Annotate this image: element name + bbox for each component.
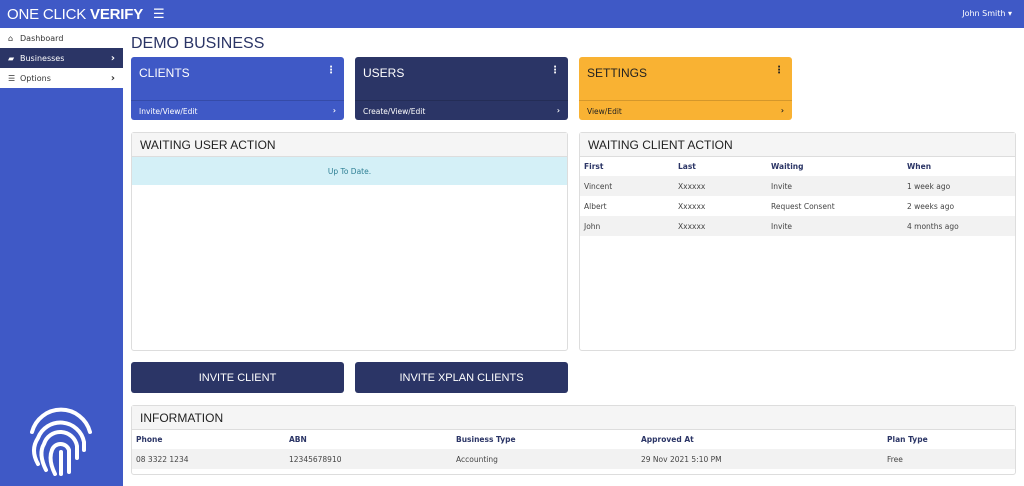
cell: Invite — [767, 176, 903, 196]
panel-title: WAITING USER ACTION — [132, 133, 567, 157]
panel-title: INFORMATION — [132, 406, 1015, 430]
sliders-icon: ☰ — [8, 73, 16, 83]
sidebar-item-label: Dashboard — [20, 33, 64, 43]
kebab-menu-icon[interactable]: ⋮ — [774, 65, 784, 76]
brand-logo[interactable]: ONE CLICK VERIFY — [7, 6, 143, 23]
menu-toggle-icon[interactable]: ☰ — [153, 7, 165, 22]
tile-title: USERS — [363, 66, 405, 80]
column-header: Approved At — [641, 435, 694, 444]
tile-link-label: Invite/View/Edit — [139, 107, 198, 116]
kebab-menu-icon[interactable]: ⋮ — [550, 65, 560, 76]
sidebar-item-label: Options — [20, 73, 51, 83]
tile-link[interactable]: View/Edit › — [579, 100, 792, 120]
sidebar-item-options[interactable]: ☰ Options › — [0, 68, 123, 88]
information-panel: INFORMATION Phone ABN Business Type Appr… — [131, 405, 1016, 475]
waiting-user-action-panel: WAITING USER ACTION Up To Date. — [131, 132, 568, 351]
kebab-menu-icon[interactable]: ⋮ — [326, 65, 336, 76]
chevron-right-icon: › — [780, 106, 784, 115]
column-header: First — [584, 162, 604, 171]
phone-value: 08 3322 1234 — [132, 449, 285, 469]
business-type-value: Accounting — [452, 449, 637, 469]
sidebar: ⌂ Dashboard ▰ Businesses › ☰ Options › — [0, 28, 123, 486]
cell: 2 weeks ago — [907, 201, 955, 211]
table-row[interactable]: John Xxxxxx Invite 4 months ago — [580, 216, 1015, 236]
home-icon: ⌂ — [8, 33, 14, 43]
user-menu[interactable]: John Smith ▾ — [962, 9, 1012, 18]
status-message: Up To Date. — [132, 157, 567, 185]
fingerprint-icon — [30, 407, 92, 476]
brand-text: ONE CLICK — [7, 5, 91, 23]
column-header: Waiting — [771, 162, 804, 171]
cell: Xxxxxx — [678, 201, 706, 211]
column-header: ABN — [289, 435, 307, 444]
sidebar-item-label: Businesses — [20, 53, 65, 63]
chevron-right-icon: › — [110, 72, 115, 84]
invite-client-button[interactable]: INVITE CLIENT — [131, 362, 344, 393]
tile-link[interactable]: Invite/View/Edit › — [131, 100, 344, 120]
top-bar: ONE CLICK VERIFY ☰ John Smith ▾ — [0, 0, 1024, 28]
plan-type-value: Free — [883, 449, 1015, 469]
column-header: Phone — [136, 435, 163, 444]
table-row: 08 3322 1234 12345678910 Accounting 29 N… — [132, 449, 1015, 469]
tile-title: CLIENTS — [139, 66, 190, 80]
column-header: Business Type — [456, 435, 516, 444]
cell: Xxxxxx — [674, 176, 767, 196]
cell: 1 week ago — [903, 176, 1015, 196]
chevron-right-icon: › — [556, 106, 560, 115]
sidebar-item-businesses[interactable]: ▰ Businesses › — [0, 48, 123, 68]
cell: John — [580, 216, 674, 236]
information-table: Phone ABN Business Type Approved At Plan… — [132, 430, 1015, 469]
settings-tile[interactable]: SETTINGS ⋮ View/Edit › — [579, 57, 792, 120]
cell: Request Consent — [771, 201, 835, 211]
cell: 4 months ago — [903, 216, 1015, 236]
clients-tile[interactable]: CLIENTS ⋮ Invite/View/Edit › — [131, 57, 344, 120]
table-row[interactable]: Albert Xxxxxx Request Consent 2 weeks ago — [580, 196, 1015, 216]
approved-at-value: 29 Nov 2021 5:10 PM — [637, 449, 883, 469]
tile-link[interactable]: Create/View/Edit › — [355, 100, 568, 120]
column-header: Last — [678, 162, 696, 171]
brand-text-bold: VERIFY — [90, 5, 144, 23]
tile-link-label: Create/View/Edit — [363, 107, 426, 116]
page-title: DEMO BUSINESS — [131, 35, 265, 52]
briefcase-icon: ▰ — [8, 53, 15, 63]
column-header: Plan Type — [887, 435, 928, 444]
cell: Invite — [767, 216, 903, 236]
chevron-right-icon: › — [332, 106, 336, 115]
panel-title: WAITING CLIENT ACTION — [580, 133, 1015, 157]
chevron-right-icon: › — [110, 52, 115, 64]
users-tile[interactable]: USERS ⋮ Create/View/Edit › — [355, 57, 568, 120]
waiting-client-action-panel: WAITING CLIENT ACTION First Last Waiting… — [579, 132, 1016, 351]
column-header: When — [907, 162, 932, 171]
cell: Vincent — [580, 176, 674, 196]
waiting-client-table: First Last Waiting When Vincent Xxxxxx Inv… — [580, 157, 1015, 236]
cell: Albert — [584, 201, 607, 211]
table-row[interactable]: Vincent Xxxxxx Invite 1 week ago — [580, 176, 1015, 196]
invite-xplan-clients-button[interactable]: INVITE XPLAN CLIENTS — [355, 362, 568, 393]
sidebar-item-dashboard[interactable]: ⌂ Dashboard — [0, 28, 123, 48]
tile-title: SETTINGS — [587, 66, 648, 80]
cell: Xxxxxx — [674, 216, 767, 236]
tile-link-label: View/Edit — [587, 107, 622, 116]
abn-value: 12345678910 — [285, 449, 452, 469]
